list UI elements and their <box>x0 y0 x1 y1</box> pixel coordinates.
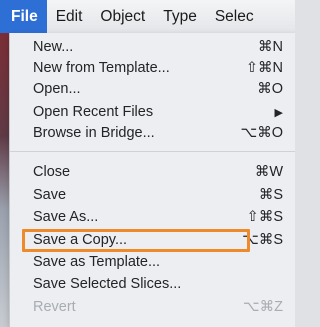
menu-item-save[interactable]: Save ⌘S <box>10 185 295 206</box>
menu-file[interactable]: File <box>0 0 47 33</box>
menu-item-label: Browse in Bridge... <box>33 125 155 141</box>
submenu-arrow-icon: ▶ <box>274 107 283 119</box>
menu-item-revert: Revert ⌥⌘Z <box>10 297 295 318</box>
menu-type[interactable]: Type <box>154 0 206 33</box>
menu-item-save-as[interactable]: Save As... ⇧⌘S <box>10 207 295 228</box>
menu-item-shortcut: ⇧⌘S <box>246 209 283 225</box>
menu-separator <box>10 151 295 152</box>
menu-item-new[interactable]: New... ⌘N <box>10 37 295 58</box>
menu-item-browse-in-bridge[interactable]: Browse in Bridge... ⌥⌘O <box>10 123 295 144</box>
menu-item-label: New from Template... <box>33 60 170 76</box>
file-menu-dropdown: New... ⌘N New from Template... ⇧⌘N Open.… <box>9 33 295 327</box>
menu-item-shortcut: ⌘S <box>258 187 283 203</box>
menu-item-label: Save As... <box>33 209 99 225</box>
screen: File Edit Object Type Selec New... ⌘N Ne… <box>0 0 295 327</box>
menu-item-label: Open... <box>33 81 81 97</box>
menu-item-label: Save <box>33 187 67 203</box>
menu-item-label: Save Selected Slices... <box>33 276 182 292</box>
menu-item-new-from-template[interactable]: New from Template... ⇧⌘N <box>10 58 295 79</box>
background-window-edge <box>0 33 9 327</box>
menu-object[interactable]: Object <box>91 0 154 33</box>
menu-item-shortcut: ⌘O <box>257 81 283 97</box>
menu-bar: File Edit Object Type Selec <box>0 0 295 34</box>
menu-item-label: Open Recent Files <box>33 104 154 120</box>
menu-select[interactable]: Selec <box>206 0 263 33</box>
menu-item-label: Close <box>33 164 71 180</box>
menu-item-label: Save as Template... <box>33 254 161 270</box>
menu-item-shortcut: ⇧⌘N <box>245 60 283 76</box>
menu-item-close[interactable]: Close ⌘W <box>10 162 295 183</box>
menu-item-save-as-template[interactable]: Save as Template... <box>10 252 295 273</box>
menu-item-open-recent-files[interactable]: Open Recent Files ▶ <box>10 102 295 123</box>
menu-item-save-selected-slices[interactable]: Save Selected Slices... <box>10 274 295 295</box>
menu-item-shortcut: ⌘W <box>254 164 283 180</box>
menu-item-open[interactable]: Open... ⌘O <box>10 79 295 100</box>
menu-item-label: Revert <box>33 299 76 315</box>
menu-edit[interactable]: Edit <box>47 0 92 33</box>
highlight-outline <box>22 229 250 252</box>
menu-item-shortcut: ⌘N <box>258 39 283 55</box>
menu-item-label: New... <box>33 39 74 55</box>
menu-item-shortcut: ⌥⌘Z <box>242 299 283 315</box>
menu-item-shortcut: ⌥⌘O <box>240 125 284 141</box>
